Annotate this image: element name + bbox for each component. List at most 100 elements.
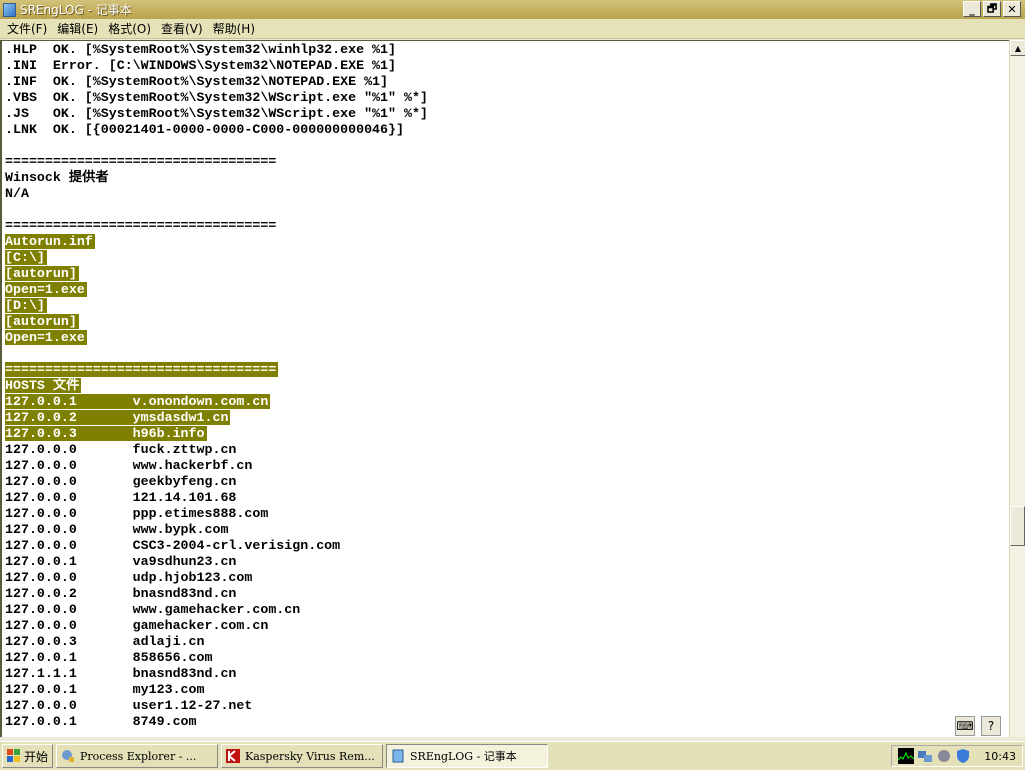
menu-edit[interactable]: 编辑(E)	[52, 20, 103, 37]
system-tray: 10:43	[891, 745, 1023, 767]
text-line: 127.0.0.0 CSC3-2004-crl.verisign.com	[5, 538, 428, 554]
network-icon[interactable]	[917, 748, 933, 764]
text-editor[interactable]: .HLP OK. [%SystemRoot%\System32\winhlp32…	[0, 40, 1009, 737]
notepad-icon	[392, 749, 404, 763]
text-line: 127.0.0.0 geekbyfeng.cn	[5, 474, 428, 490]
task-process-explorer[interactable]: Process Explorer - ...	[56, 744, 219, 768]
cpu-graph-icon[interactable]	[898, 748, 915, 764]
help-icon[interactable]: ?	[981, 716, 1001, 736]
line-text: 127.0.0.0 www.gamehacker.com.cn	[5, 602, 301, 617]
line-text: 127.0.0.1 858656.com	[5, 650, 213, 665]
text-line: .INI Error. [C:\WINDOWS\System32\NOTEPAD…	[5, 58, 428, 74]
volume-icon[interactable]	[936, 748, 952, 764]
line-text: .VBS OK. [%SystemRoot%\System32\WScript.…	[5, 90, 428, 105]
line-text: .LNK OK. [{00021401-0000-0000-C000-00000…	[5, 122, 404, 137]
line-text: 127.0.0.0 fuck.zttwp.cn	[5, 442, 237, 457]
line-text: .INI Error. [C:\WINDOWS\System32\NOTEPAD…	[5, 58, 396, 73]
line-text: 127.0.0.1 my123.com	[5, 682, 205, 697]
text-line: 127.0.0.1 858656.com	[5, 650, 428, 666]
text-line: 127.0.0.0 ppp.etimes888.com	[5, 506, 428, 522]
line-text: 127.0.0.1 8749.com	[5, 714, 197, 729]
taskbar: 开始 Process Explorer - ... Kaspersky Viru…	[0, 741, 1025, 770]
close-button[interactable]: ✕	[1003, 1, 1021, 17]
clock[interactable]: 10:43	[984, 750, 1016, 763]
security-shield-icon[interactable]	[955, 748, 971, 764]
line-text: .INF OK. [%SystemRoot%\System32\NOTEPAD.…	[5, 74, 389, 89]
text-line: Open=1.exe	[5, 282, 428, 298]
process-explorer-icon	[62, 750, 75, 762]
restore-button[interactable]: 🗗	[983, 1, 1001, 17]
line-text: 127.0.0.0 ppp.etimes888.com	[5, 506, 269, 521]
text-line: [D:\]	[5, 298, 428, 314]
text-line: 127.0.0.0 121.14.101.68	[5, 490, 428, 506]
line-text: [autorun]	[5, 266, 79, 281]
text-line: ==================================	[5, 154, 428, 170]
text-line: .HLP OK. [%SystemRoot%\System32\winhlp32…	[5, 42, 428, 58]
keyboard-icon[interactable]: ⌨	[955, 716, 975, 736]
line-text: HOSTS 文件	[5, 378, 82, 393]
title-bar[interactable]: SREngLOG - 记事本 _ 🗗 ✕	[0, 0, 1025, 19]
line-text: ==================================	[5, 362, 279, 377]
kaspersky-icon	[226, 749, 241, 763]
line-text: 127.0.0.0 www.bypk.com	[5, 522, 229, 537]
line-text: N/A	[5, 186, 29, 201]
line-text: Open=1.exe	[5, 330, 87, 345]
start-button[interactable]: 开始	[2, 744, 54, 768]
text-line: 127.0.0.3 adlaji.cn	[5, 634, 428, 650]
scrollbar-thumb[interactable]	[1010, 506, 1025, 546]
menu-bar: 文件(F) 编辑(E) 格式(O) 查看(V) 帮助(H)	[0, 19, 1025, 39]
line-text: 127.0.0.1 v.onondown.com.cn	[5, 394, 271, 409]
line-text: [D:\]	[5, 298, 47, 313]
text-line: 127.0.0.1 8749.com	[5, 714, 428, 730]
text-content: .HLP OK. [%SystemRoot%\System32\winhlp32…	[5, 42, 428, 730]
text-line	[5, 138, 428, 154]
text-line: Autorun.inf	[5, 234, 428, 250]
text-line	[5, 202, 428, 218]
line-text: ==================================	[5, 218, 277, 233]
text-line: 127.0.0.0 user1.12-27.net	[5, 698, 428, 714]
start-label: 开始	[24, 749, 49, 764]
line-text: .JS OK. [%SystemRoot%\System32\WScript.e…	[5, 106, 428, 121]
text-line: Winsock 提供者	[5, 170, 428, 186]
line-text: 127.0.0.0 CSC3-2004-crl.verisign.com	[5, 538, 341, 553]
task-label: Process Explorer - ...	[80, 749, 197, 763]
window-title: SREngLOG - 记事本	[20, 3, 132, 17]
line-text: 127.0.0.3 h96b.info	[5, 426, 207, 441]
line-text: 127.0.0.0 www.hackerbf.cn	[5, 458, 253, 473]
text-line: 127.1.1.1 bnasnd83nd.cn	[5, 666, 428, 682]
minimize-button[interactable]: _	[963, 1, 981, 17]
line-text: Winsock 提供者	[5, 170, 109, 185]
text-line: 127.0.0.1 my123.com	[5, 682, 428, 698]
line-text: Open=1.exe	[5, 282, 87, 297]
line-text: Autorun.inf	[5, 234, 95, 249]
line-text: 127.1.1.1 bnasnd83nd.cn	[5, 666, 237, 681]
menu-view[interactable]: 查看(V)	[156, 20, 208, 37]
text-line: 127.0.0.1 v.onondown.com.cn	[5, 394, 428, 410]
task-notepad[interactable]: SREngLOG - 记事本	[386, 744, 549, 768]
text-line: [autorun]	[5, 266, 428, 282]
text-line: 127.0.0.0 gamehacker.com.cn	[5, 618, 428, 634]
task-label: SREngLOG - 记事本	[410, 750, 517, 763]
text-line: .JS OK. [%SystemRoot%\System32\WScript.e…	[5, 106, 428, 122]
task-kaspersky[interactable]: Kaspersky Virus Rem...	[221, 744, 384, 768]
text-line: 127.0.0.0 www.gamehacker.com.cn	[5, 602, 428, 618]
line-text: [C:\]	[5, 250, 47, 265]
text-line: 127.0.0.0 fuck.zttwp.cn	[5, 442, 428, 458]
text-line: .VBS OK. [%SystemRoot%\System32\WScript.…	[5, 90, 428, 106]
menu-help[interactable]: 帮助(H)	[208, 20, 260, 37]
text-line: .LNK OK. [{00021401-0000-0000-C000-00000…	[5, 122, 428, 138]
text-line: 127.0.0.1 va9sdhun23.cn	[5, 554, 428, 570]
text-line: 127.0.0.0 www.bypk.com	[5, 522, 428, 538]
text-line: ==================================	[5, 362, 428, 378]
text-line	[5, 346, 428, 362]
task-label: Kaspersky Virus Rem...	[245, 749, 375, 763]
text-line: .INF OK. [%SystemRoot%\System32\NOTEPAD.…	[5, 74, 428, 90]
text-line: 127.0.0.3 h96b.info	[5, 426, 428, 442]
scroll-up-icon[interactable]: ▲	[1010, 40, 1025, 56]
text-line: HOSTS 文件	[5, 378, 428, 394]
menu-format[interactable]: 格式(O)	[103, 20, 156, 37]
text-line: 127.0.0.2 bnasnd83nd.cn	[5, 586, 428, 602]
menu-file[interactable]: 文件(F)	[2, 20, 52, 37]
vertical-scrollbar[interactable]: ▲	[1009, 40, 1025, 737]
line-text: 127.0.0.3 adlaji.cn	[5, 634, 205, 649]
